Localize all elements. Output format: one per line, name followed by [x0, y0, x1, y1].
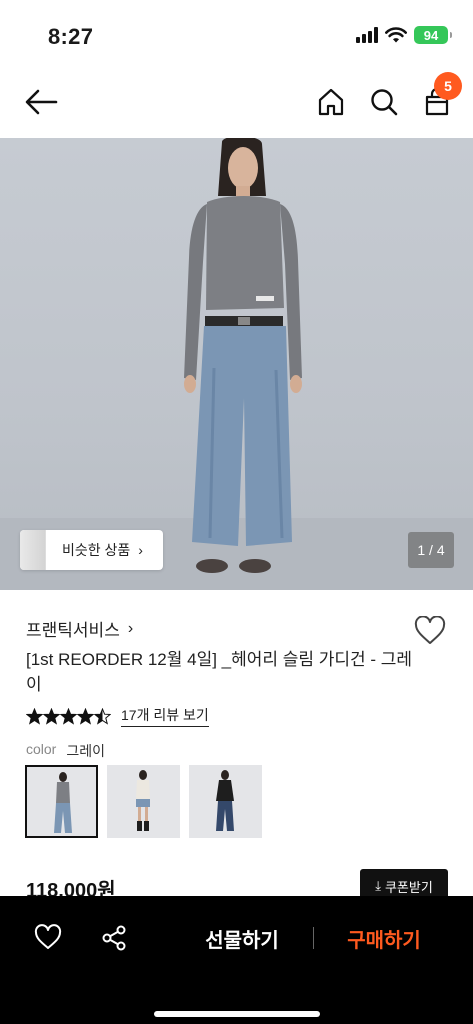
product-photo: [0, 138, 473, 590]
heart-icon[interactable]: [34, 924, 62, 952]
chevron-right-icon: ›: [138, 542, 143, 558]
color-label: color: [26, 741, 57, 757]
wifi-icon: [385, 26, 407, 42]
similar-products-button[interactable]: 비슷한 상품 ›: [20, 530, 163, 570]
status-bar: 8:27 94: [0, 0, 473, 72]
color-option-3[interactable]: [189, 765, 262, 838]
home-icon[interactable]: [315, 86, 347, 118]
star-icon: [60, 707, 77, 725]
gift-button[interactable]: 선물하기: [192, 924, 292, 953]
download-icon: ⤓: [375, 878, 381, 893]
product-title: [1st REORDER 12월 4일] _헤어리 슬림 가디건 - 그레이: [26, 650, 413, 694]
color-value: 그레이: [66, 743, 105, 759]
star-rating: [26, 707, 111, 725]
brand-link[interactable]: 프랜틱서비스 ›: [26, 616, 133, 641]
status-time: 8:27: [48, 24, 94, 49]
back-arrow-icon[interactable]: [22, 86, 60, 118]
bottom-action-bar: 선물하기 구매하기: [0, 896, 473, 1024]
similar-products-label: 비슷한 상품: [62, 542, 131, 558]
review-link[interactable]: 17개 리뷰 보기: [121, 705, 209, 727]
star-icon: [43, 707, 60, 725]
coupon-label: 쿠폰받기: [384, 879, 433, 895]
rating-row: 17개 리뷰 보기: [26, 705, 209, 727]
cart-count-badge: 5: [434, 72, 462, 100]
star-icon: [26, 707, 43, 725]
chevron-right-icon: ›: [127, 619, 134, 637]
signal-icon: [356, 27, 378, 43]
status-icons: 94: [356, 26, 452, 44]
star-icon: [94, 707, 111, 725]
home-indicator: [154, 1011, 320, 1017]
search-icon[interactable]: [368, 86, 400, 118]
heart-icon[interactable]: [414, 616, 446, 646]
buy-button[interactable]: 구매하기: [332, 924, 436, 953]
product-image-carousel[interactable]: 비슷한 상품 › 1 / 4: [0, 138, 473, 590]
brand-name: 프랜틱서비스: [26, 621, 120, 640]
color-row: color 그레이: [26, 741, 105, 761]
similar-products-thumbnail: [20, 530, 46, 570]
battery-icon: 94: [414, 26, 452, 44]
color-option-2[interactable]: [107, 765, 180, 838]
star-icon: [77, 707, 94, 725]
share-icon[interactable]: [100, 924, 128, 952]
bottom-divider: [313, 927, 314, 949]
nav-bar: [0, 72, 473, 138]
image-page-indicator: 1 / 4: [408, 532, 454, 568]
color-option-gray[interactable]: [25, 765, 98, 838]
color-options: [25, 765, 262, 838]
